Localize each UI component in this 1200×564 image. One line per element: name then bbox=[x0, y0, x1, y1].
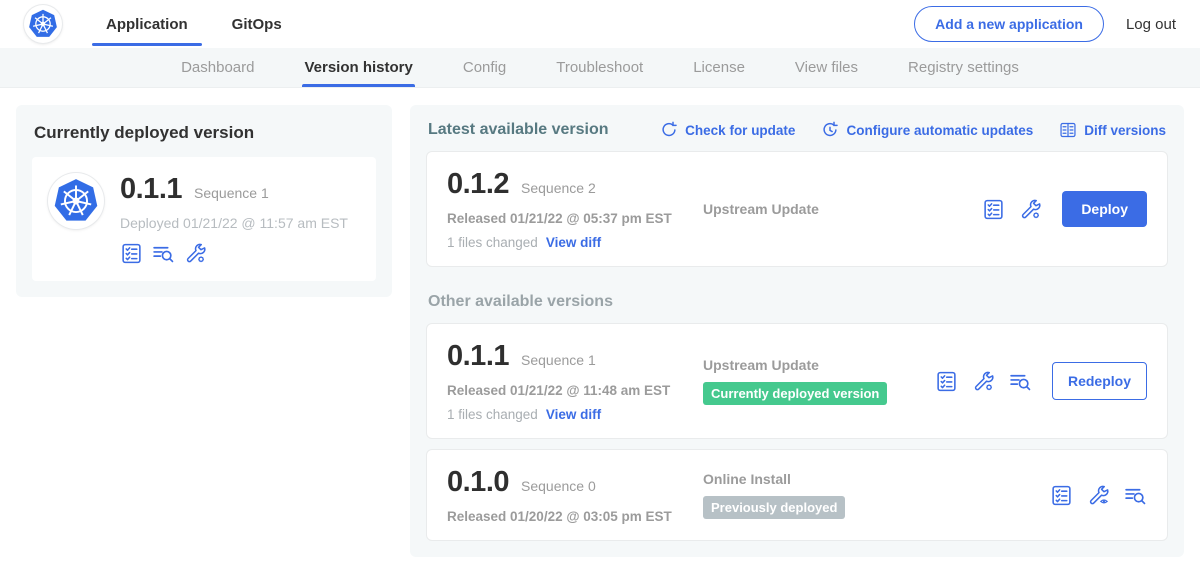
tab-gitops-label: GitOps bbox=[232, 16, 282, 33]
config-icon[interactable] bbox=[1019, 198, 1042, 221]
version-sequence: Sequence 2 bbox=[521, 180, 596, 196]
files-changed: 1 files changed bbox=[447, 407, 538, 422]
deployed-timestamp: Deployed 01/21/22 @ 11:57 am EST bbox=[120, 215, 348, 231]
tab-application[interactable]: Application bbox=[90, 0, 204, 48]
previously-deployed-badge: Previously deployed bbox=[703, 496, 845, 519]
subnav-config[interactable]: Config bbox=[461, 48, 508, 87]
other-available-title: Other available versions bbox=[428, 293, 1166, 311]
currently-deployed-badge: Currently deployed version bbox=[703, 382, 887, 405]
deploy-button[interactable]: Deploy bbox=[1062, 191, 1147, 227]
auto-update-icon bbox=[821, 121, 839, 139]
check-for-update-link[interactable]: Check for update bbox=[660, 121, 795, 139]
version-row-0-1-2: 0.1.2 Sequence 2 Released 01/21/22 @ 05:… bbox=[426, 151, 1168, 267]
preflight-checks-icon[interactable] bbox=[1050, 484, 1073, 507]
version-sequence: Sequence 1 bbox=[521, 352, 596, 368]
version-source: Online Install bbox=[703, 471, 1050, 487]
tab-application-label: Application bbox=[106, 16, 188, 33]
view-diff-link[interactable]: View diff bbox=[546, 235, 601, 250]
currently-deployed-title: Currently deployed version bbox=[34, 123, 376, 143]
preflight-checks-icon[interactable] bbox=[120, 242, 143, 265]
available-versions-panel: Latest available version Check for updat… bbox=[410, 105, 1184, 557]
subnav-troubleshoot[interactable]: Troubleshoot bbox=[554, 48, 645, 87]
subnav-license[interactable]: License bbox=[691, 48, 747, 87]
app-subnav: Dashboard Version history Config Trouble… bbox=[0, 48, 1200, 88]
logout-link[interactable]: Log out bbox=[1126, 16, 1176, 33]
add-application-button[interactable]: Add a new application bbox=[914, 6, 1104, 42]
preflight-checks-icon[interactable] bbox=[935, 370, 958, 393]
version-sequence: Sequence 0 bbox=[521, 478, 596, 494]
version-source: Upstream Update bbox=[703, 357, 935, 373]
version-row-0-1-1: 0.1.1 Sequence 1 Released 01/21/22 @ 11:… bbox=[426, 323, 1168, 439]
top-right-actions: Add a new application Log out bbox=[914, 6, 1176, 42]
released-timestamp: Released 01/21/22 @ 11:48 am EST bbox=[447, 383, 703, 398]
released-timestamp: Released 01/20/22 @ 03:05 pm EST bbox=[447, 509, 703, 524]
currently-deployed-card: 0.1.1 Sequence 1 Deployed 01/21/22 @ 11:… bbox=[32, 157, 376, 281]
kubernetes-logo bbox=[24, 5, 62, 43]
app-logo-kubernetes bbox=[48, 173, 104, 229]
version-row-0-1-0: 0.1.0 Sequence 0 Released 01/20/22 @ 03:… bbox=[426, 449, 1168, 541]
version-number: 0.1.1 bbox=[447, 340, 509, 373]
main-content: Currently deployed version 0.1.1 Sequenc… bbox=[0, 88, 1200, 557]
currently-deployed-panel: Currently deployed version 0.1.1 Sequenc… bbox=[16, 105, 392, 297]
version-number: 0.1.2 bbox=[447, 168, 509, 201]
deploy-logs-icon[interactable] bbox=[1124, 484, 1147, 507]
files-changed: 1 files changed bbox=[447, 235, 538, 250]
check-for-update-label: Check for update bbox=[685, 123, 795, 138]
configure-automatic-updates-link[interactable]: Configure automatic updates bbox=[821, 121, 1033, 139]
redeploy-button[interactable]: Redeploy bbox=[1052, 362, 1147, 400]
released-timestamp: Released 01/21/22 @ 05:37 pm EST bbox=[447, 211, 703, 226]
config-icon[interactable] bbox=[972, 370, 995, 393]
deployed-details: 0.1.1 Sequence 1 Deployed 01/21/22 @ 11:… bbox=[120, 173, 348, 265]
version-source: Upstream Update bbox=[703, 201, 982, 217]
configure-automatic-updates-label: Configure automatic updates bbox=[846, 123, 1033, 138]
view-diff-link[interactable]: View diff bbox=[546, 407, 601, 422]
refresh-icon bbox=[660, 121, 678, 139]
deployed-sequence: Sequence 1 bbox=[194, 185, 269, 201]
top-tabs: Application GitOps bbox=[90, 0, 310, 48]
deploy-logs-icon[interactable] bbox=[1009, 370, 1032, 393]
deployed-version-number: 0.1.1 bbox=[120, 173, 182, 206]
deploy-logs-icon[interactable] bbox=[152, 242, 175, 265]
subnav-dashboard[interactable]: Dashboard bbox=[179, 48, 256, 87]
subnav-version-history[interactable]: Version history bbox=[302, 48, 414, 87]
diff-icon bbox=[1059, 121, 1077, 139]
config-icon[interactable] bbox=[184, 242, 207, 265]
config-view-icon[interactable] bbox=[1087, 484, 1110, 507]
diff-versions-label: Diff versions bbox=[1084, 123, 1166, 138]
version-number: 0.1.0 bbox=[447, 466, 509, 499]
subnav-registry-settings[interactable]: Registry settings bbox=[906, 48, 1021, 87]
diff-versions-link[interactable]: Diff versions bbox=[1059, 121, 1166, 139]
preflight-checks-icon[interactable] bbox=[982, 198, 1005, 221]
tab-gitops[interactable]: GitOps bbox=[216, 0, 298, 48]
top-nav-bar: Application GitOps Add a new application… bbox=[0, 0, 1200, 48]
latest-available-title: Latest available version bbox=[428, 121, 609, 139]
subnav-view-files[interactable]: View files bbox=[793, 48, 860, 87]
